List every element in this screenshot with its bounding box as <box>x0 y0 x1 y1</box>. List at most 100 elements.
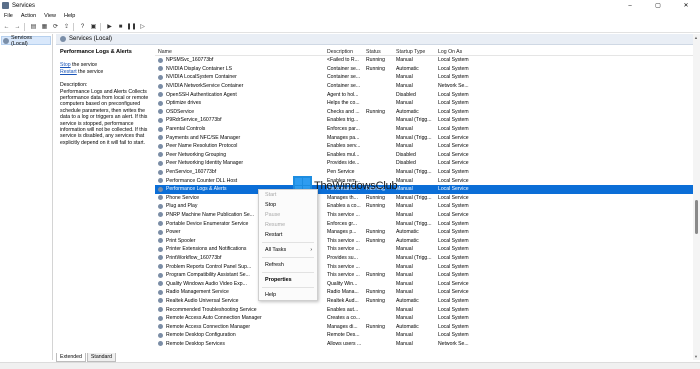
menu-item-stop[interactable]: Stop <box>259 200 317 210</box>
table-row[interactable]: Peer Networking Grouping Enables mul... Di… <box>155 151 695 160</box>
scroll-up-icon[interactable]: ▲ <box>694 35 698 40</box>
play-icon[interactable]: ▶ <box>105 22 114 31</box>
table-row[interactable]: Power Manages p... Running Automatic Local S… <box>155 228 695 237</box>
cell-log-on-as: Local Service <box>438 143 469 150</box>
vertical-scrollbar[interactable]: ▲ ▼ <box>693 34 700 360</box>
table-row[interactable]: Quality Windows Audio Video Exp... Qualit… <box>155 279 695 288</box>
table-row[interactable]: NVIDIA Display Container LS Container se.… <box>155 65 695 74</box>
tab-standard[interactable]: Standard <box>86 353 116 362</box>
cell-log-on-as: Local System <box>438 229 469 236</box>
table-row[interactable]: P9RdrService_160773bf Enables trig... Manu… <box>155 116 695 125</box>
cell-name: OSDService <box>166 108 195 115</box>
scroll-down-icon[interactable]: ▼ <box>694 354 698 359</box>
show-console-icon[interactable]: ▣ <box>89 22 98 31</box>
minimize-button[interactable]: – <box>616 0 644 11</box>
menu-item-help[interactable]: Help <box>259 290 317 300</box>
table-row[interactable]: PrintWorkflow_160773bf Provides su... Manu… <box>155 254 695 263</box>
back-icon[interactable]: ← <box>2 22 11 31</box>
menu-item-properties[interactable]: Properties <box>259 275 317 285</box>
cell-status: Running <box>366 108 385 115</box>
table-row[interactable]: PNRP Machine Name Publication Se... This … <box>155 211 695 220</box>
refresh-icon[interactable]: ⟳ <box>51 22 60 31</box>
maximize-button[interactable]: ▢ <box>644 0 672 11</box>
services-pane: Services (Local) Performance Logs & Aler… <box>56 34 700 362</box>
cell-startup-type: Manual <box>396 143 413 150</box>
export-icon[interactable]: ⇪ <box>62 22 71 31</box>
scrollbar-thumb[interactable] <box>695 200 698 234</box>
context-menu: Start Stop Pause Resume Restart All Task… <box>258 189 318 301</box>
table-row[interactable]: Peer Networking Identity Manager Provides… <box>155 159 695 168</box>
table-row[interactable]: Performance Counter DLL Host Enables rem.… <box>155 176 695 185</box>
menu-item-refresh[interactable]: Refresh <box>259 260 317 270</box>
column-name[interactable]: Name <box>155 49 324 55</box>
cell-name: NVIDIA Display Container LS <box>166 65 232 72</box>
table-row[interactable]: Optimize drives Helps the co... Manual Loca… <box>155 99 695 108</box>
table-row[interactable]: Peer Name Resolution Protocol Enables ser… <box>155 142 695 151</box>
table-row[interactable]: Print Spooler This service ... Running Auto… <box>155 236 695 245</box>
tree-node-services-local[interactable]: Services (Local) <box>1 35 51 47</box>
menu-item-all-tasks[interactable]: All Tasks › <box>259 245 317 255</box>
column-status[interactable]: Status <box>363 49 393 55</box>
cell-log-on-as: Local System <box>438 65 469 72</box>
cell-description: Container se... <box>327 74 361 81</box>
cell-name: PenService_160773bf <box>166 169 217 176</box>
forward-icon[interactable]: → <box>13 22 22 31</box>
cell-description: This service ... <box>327 237 360 244</box>
table-row[interactable]: PenService_160773bf Pen Service Manual (Tr… <box>155 168 695 177</box>
menu-view[interactable]: View <box>40 13 60 19</box>
table-row[interactable]: NPSMSvc_160773bf <Failed to R... Running Ma… <box>155 56 695 65</box>
table-row[interactable]: Printer Extensions and Notifications This… <box>155 245 695 254</box>
cell-startup-type: Manual <box>396 280 413 287</box>
column-log-on-as[interactable]: Log On As <box>435 49 475 55</box>
gear-icon <box>3 37 9 44</box>
table-row[interactable]: Plug and Play Enables a co... Running Manua… <box>155 202 695 211</box>
stop-icon[interactable]: ■ <box>116 22 125 31</box>
table-row[interactable]: Remote Desktop Configuration Remote Des..… <box>155 331 695 340</box>
table-row[interactable]: Realtek Audio Universal Service Realtek A… <box>155 297 695 306</box>
restart-icon[interactable]: ▷ <box>138 22 147 31</box>
table-body: NPSMSvc_160773bf <Failed to R... Running Ma… <box>155 56 695 348</box>
services-app-icon <box>2 2 9 9</box>
pause-icon[interactable]: ❚❚ <box>126 22 136 31</box>
menu-help[interactable]: Help <box>60 13 79 19</box>
menu-item-restart[interactable]: Restart <box>259 230 317 240</box>
table-row[interactable]: Phone Service Manages th... Running Manual … <box>155 194 695 203</box>
table-row[interactable]: Payments and NFC/SE Manager Manages pa...… <box>155 133 695 142</box>
help-icon[interactable]: ? <box>78 22 87 31</box>
table-row[interactable]: Problem Reports Control Panel Sup... This… <box>155 262 695 271</box>
table-row[interactable]: Program Compatibility Assistant Se... Thi… <box>155 271 695 280</box>
stop-service-link[interactable]: Stop <box>60 62 71 68</box>
cell-startup-type: Automatic <box>396 108 419 115</box>
menu-file[interactable]: File <box>0 13 17 19</box>
table-row[interactable]: Recommended Troubleshooting Service Enabl… <box>155 305 695 314</box>
show-hide-tree-icon[interactable]: ▤ <box>29 22 38 31</box>
table-row[interactable]: Portable Device Enumerator Service Enforc… <box>155 219 695 228</box>
table-row[interactable]: Remote Access Connection Manager Manages … <box>155 322 695 331</box>
table-row[interactable]: NVIDIA LocalSystem Container Container se… <box>155 73 695 82</box>
menu-item-pause[interactable]: Pause <box>259 210 317 220</box>
table-row[interactable]: Remote Access Auto Connection Manager Cre… <box>155 314 695 323</box>
cell-log-on-as: Local System <box>438 263 469 270</box>
table-row-selected[interactable]: Performance Logs & Alerts Performance... R… <box>155 184 695 194</box>
table-row[interactable]: NVIDIA NetworkService Container Container… <box>155 82 695 91</box>
menu-item-resume[interactable]: Resume <box>259 220 317 230</box>
cell-description: Container se... <box>327 83 361 90</box>
column-startup-type[interactable]: Startup Type <box>393 49 435 55</box>
toolbar-divider <box>73 22 74 31</box>
cell-log-on-as: Local System <box>438 91 469 98</box>
table-row[interactable]: Radio Management Service Radio Mana... Run… <box>155 288 695 297</box>
cell-description: Checks and ... <box>327 108 360 115</box>
close-button[interactable]: ✕ <box>672 0 700 11</box>
cell-log-on-as: Local System <box>438 254 469 261</box>
table-row[interactable]: Remote Desktop Services Allows users ... M… <box>155 340 695 349</box>
cell-startup-type: Manual (Trigg... <box>396 254 432 261</box>
restart-service-link[interactable]: Restart <box>60 69 77 75</box>
table-row[interactable]: OpenSSH Authentication Agent Agent to hol… <box>155 90 695 99</box>
menu-item-start[interactable]: Start <box>259 190 317 200</box>
tab-extended[interactable]: Extended <box>56 353 86 362</box>
table-row[interactable]: OSDService Checks and ... Running Automatic… <box>155 108 695 117</box>
column-description[interactable]: Description <box>324 49 363 55</box>
menu-action[interactable]: Action <box>17 13 40 19</box>
table-row[interactable]: Parental Controls Enforces par... Manual Lo… <box>155 125 695 134</box>
properties-icon[interactable]: ▦ <box>40 22 49 31</box>
